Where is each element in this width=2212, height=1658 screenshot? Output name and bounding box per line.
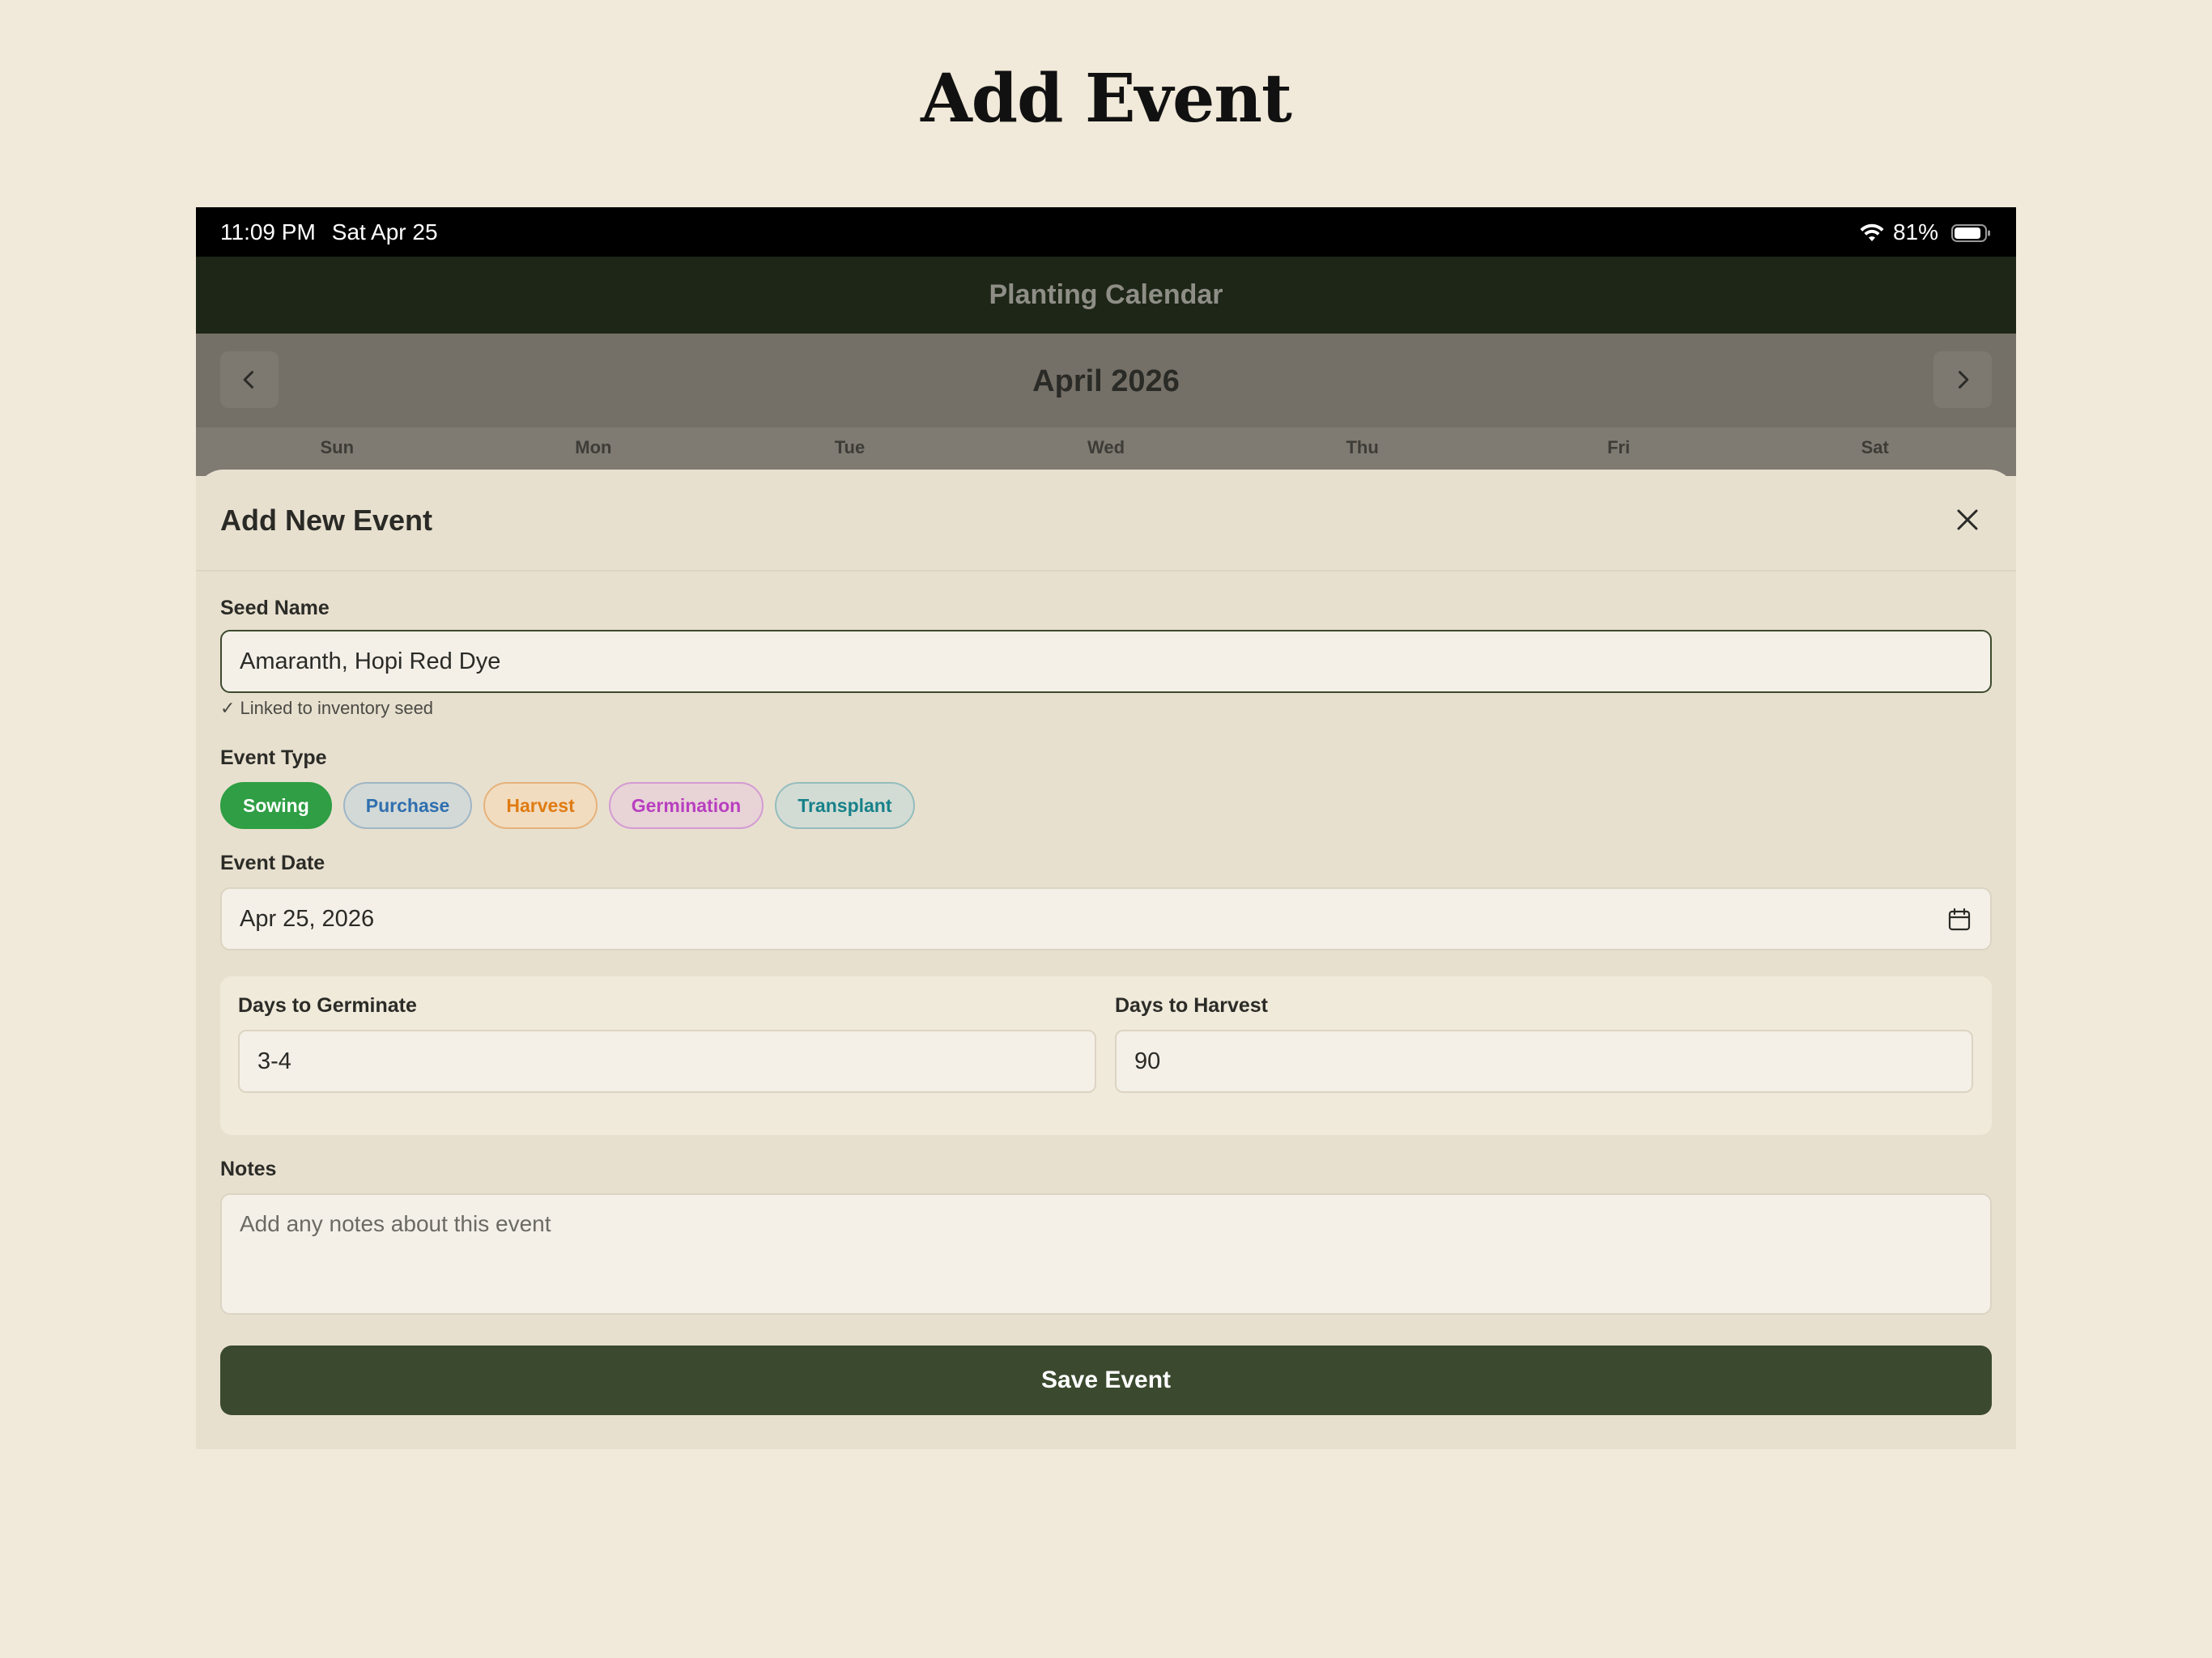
app-title: Planting Calendar [989, 279, 1223, 310]
weekday-label: Wed [1087, 437, 1125, 457]
next-month-button[interactable] [1933, 351, 1992, 408]
page-title: Add Event [921, 60, 1292, 138]
event-date-label: Event Date [220, 852, 325, 874]
days-to-germinate-label: Days to Germinate [238, 994, 417, 1017]
save-event-button[interactable]: Save Event [220, 1346, 1992, 1415]
days-to-harvest-input[interactable]: 90 [1115, 1030, 1973, 1093]
weekday-label: Thu [1346, 437, 1379, 457]
event-type-chips: Sowing Purchase Harvest Germination Tran… [220, 782, 915, 829]
seed-name-label: Seed Name [220, 597, 330, 619]
wifi-icon [1859, 223, 1885, 242]
linked-inventory-note: ✓ Linked to inventory seed [220, 698, 434, 718]
chip-germination[interactable]: Germination [608, 782, 764, 829]
chevron-right-icon [1959, 371, 1969, 389]
device-screen: 11:09 PM Sat Apr 25 81% Planting Calenda… [196, 207, 2016, 1449]
weekday-label: Fri [1607, 437, 1631, 457]
seed-name-input[interactable]: Amaranth, Hopi Red Dye [220, 630, 1992, 693]
event-type-label: Event Type [220, 746, 327, 769]
weekday-label: Mon [575, 437, 612, 457]
event-date-input[interactable]: Apr 25, 2026 [220, 887, 1992, 950]
close-button[interactable] [1951, 504, 1984, 536]
calendar-icon[interactable] [1946, 907, 1972, 933]
chip-purchase[interactable]: Purchase [342, 782, 473, 829]
days-card: Days to Germinate 3-4 Days to Harvest 90 [220, 976, 1992, 1135]
sheet-title: Add New Event [220, 504, 433, 537]
chip-harvest[interactable]: Harvest [483, 782, 598, 829]
weekday-label: Tue [834, 437, 866, 457]
battery-icon [1951, 223, 1992, 242]
chip-transplant[interactable]: Transplant [775, 782, 915, 829]
sheet-header: Add New Event [196, 470, 2016, 572]
close-icon [1957, 509, 1978, 530]
status-time: 11:09 PM [220, 219, 316, 244]
days-to-harvest-label: Days to Harvest [1115, 994, 1268, 1017]
status-date: Sat Apr 25 [331, 219, 438, 244]
status-bar: 11:09 PM Sat Apr 25 81% [196, 207, 2016, 257]
month-navigation: April 2026 [196, 334, 2016, 427]
app-header: Planting Calendar [196, 257, 2016, 334]
notes-label: Notes [220, 1158, 277, 1180]
event-date-value: Apr 25, 2026 [240, 905, 375, 932]
weekday-label: Sat [1861, 437, 1889, 457]
chip-sowing[interactable]: Sowing [220, 782, 332, 829]
battery-percent: 81% [1892, 219, 1938, 244]
days-to-germinate-input[interactable]: 3-4 [238, 1030, 1096, 1093]
month-title: April 2026 [1032, 364, 1180, 398]
notes-input[interactable]: Add any notes about this event [220, 1193, 1992, 1315]
weekday-header: Sun Mon Tue Wed Thu Fri Sat [196, 427, 2016, 476]
weekday-label: Sun [320, 437, 355, 457]
status-indicators: 81% [1859, 219, 1992, 245]
